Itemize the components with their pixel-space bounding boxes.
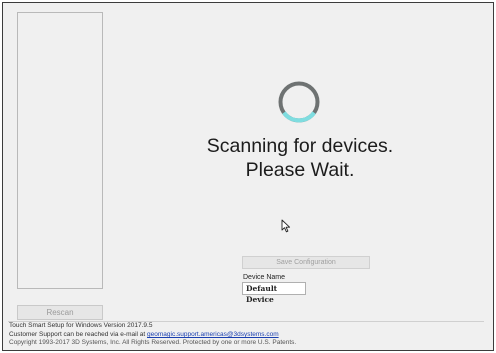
rescan-label: Rescan xyxy=(46,308,74,317)
device-name-label: Device Name xyxy=(243,274,286,281)
copyright-text: Copyright 1993-2017 3D Systems, Inc. All… xyxy=(9,339,297,346)
support-email-link[interactable]: geomagic.support.americas@3dsystems.com xyxy=(147,331,279,338)
support-text: Customer Support can be reached via e-ma… xyxy=(9,331,279,339)
save-configuration-button[interactable]: Save Configuration xyxy=(242,256,370,269)
save-configuration-label: Save Configuration xyxy=(276,259,336,266)
support-prefix: Customer Support can be reached via e-ma… xyxy=(9,331,148,338)
device-list-panel[interactable] xyxy=(17,12,103,289)
rescan-button[interactable]: Rescan xyxy=(17,305,103,320)
mouse-pointer-icon xyxy=(281,219,291,233)
scanning-status-line2: Please Wait. xyxy=(245,159,355,181)
loading-ring-icon xyxy=(278,81,320,123)
scanning-status-line1: Scanning for devices. xyxy=(206,135,394,157)
device-name-field[interactable]: Default Device xyxy=(242,282,306,304)
version-text: Touch Smart Setup for Windows Version 20… xyxy=(9,322,153,329)
